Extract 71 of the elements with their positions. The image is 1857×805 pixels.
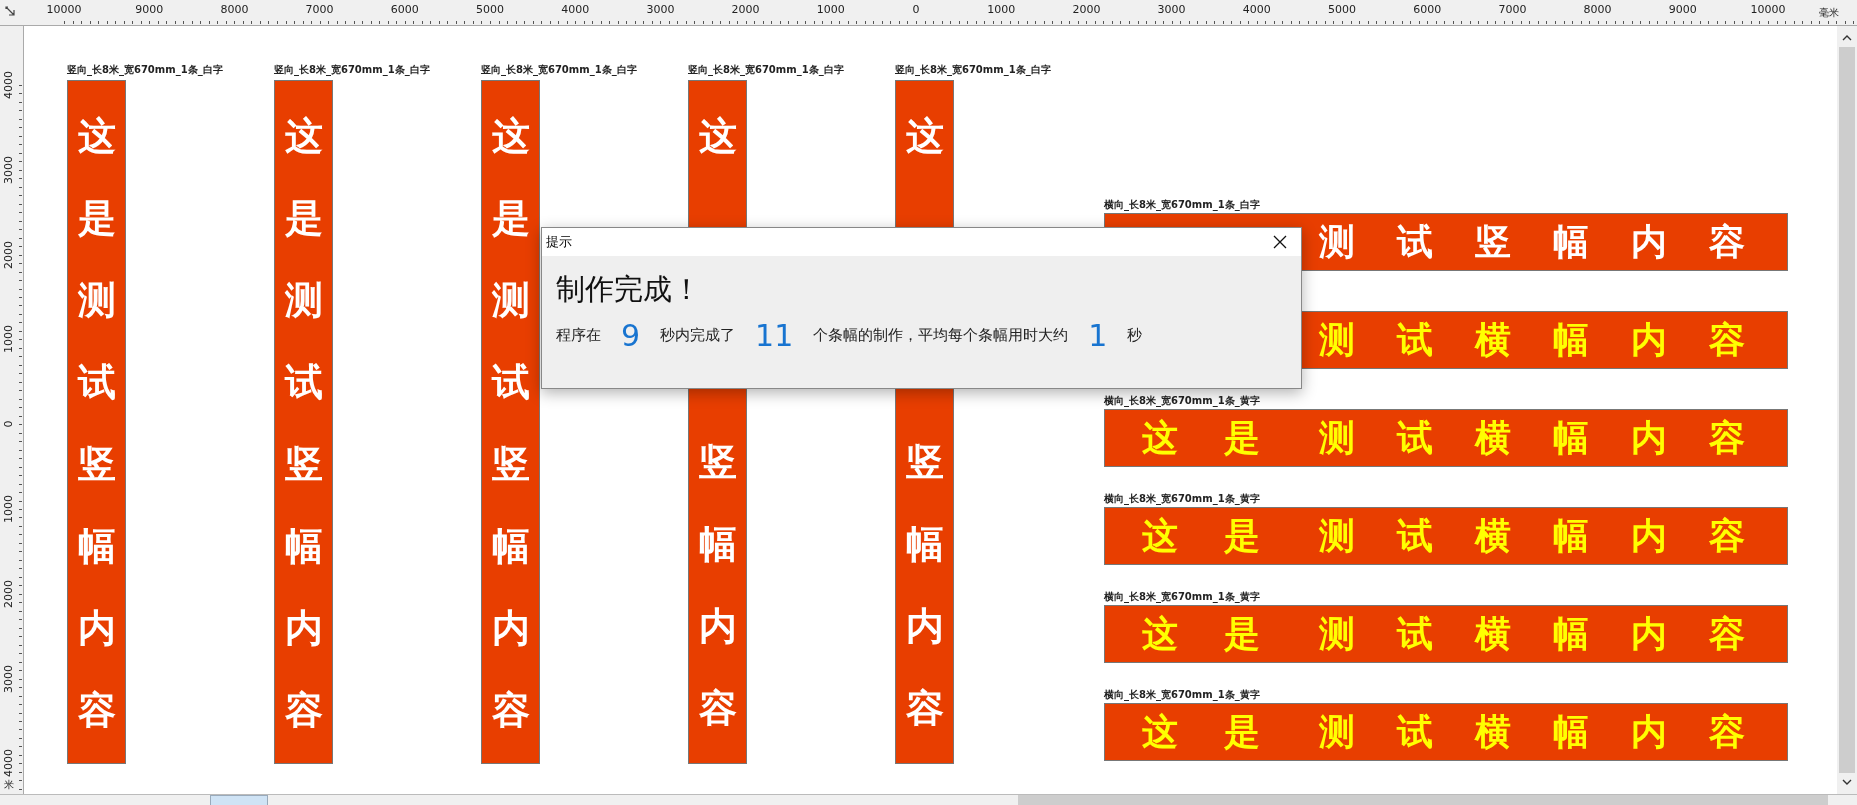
number-value: 1 <box>1087 320 1109 351</box>
banner-text: 这 <box>698 113 737 160</box>
banner-label: 横向_长8米_宽670mm_1条_黄字 <box>1104 394 1261 407</box>
ruler-label: 2000 <box>3 240 14 269</box>
banner-text: 这是 <box>1142 420 1306 456</box>
banner-text: 竖幅内容 <box>698 439 737 732</box>
ruler-label: 0 <box>3 420 14 428</box>
number-value: 9 <box>620 320 642 351</box>
banner-text: 这是测试 <box>77 113 116 406</box>
ruler-label: 1000 <box>3 495 14 523</box>
banner-text: 竖幅内容 <box>77 441 116 734</box>
ruler-unit: 米 <box>4 778 14 792</box>
banner-text: 测试横幅内容 <box>1319 322 1787 358</box>
banner-text: 测试横幅内容 <box>1319 518 1787 554</box>
banner-label: 竖向_长8米_宽670mm_1条_白字 <box>481 63 637 76</box>
ruler-label: 1000 <box>816 4 845 15</box>
banner-text: 测试竖幅内容 <box>1319 224 1787 260</box>
ruler-label: 2000 <box>1072 4 1101 15</box>
ruler-label: 3000 <box>3 664 14 693</box>
ruler-label: 9000 <box>1668 4 1697 15</box>
ruler-label: 5000 <box>1328 4 1356 15</box>
ruler-label: 7000 <box>305 4 334 15</box>
ruler-label: 4000 <box>561 4 590 15</box>
banner-text: 这是 <box>1142 714 1306 750</box>
banner-label: 横向_长8米_宽670mm_1条_黄字 <box>1104 590 1261 603</box>
ruler-label: 10000 <box>1750 4 1786 15</box>
ruler-label: 4000 <box>3 71 14 99</box>
message-text: 秒内完成了 <box>660 326 736 346</box>
ruler-label: 4000 <box>1242 4 1271 15</box>
banner-label: 横向_长8米_宽670mm_1条_白字 <box>1104 198 1261 211</box>
banner-label: 竖向_长8米_宽670mm_1条_白字 <box>274 63 430 76</box>
banner-label: 竖向_长8米_宽670mm_1条_白字 <box>688 63 844 76</box>
banner-text: 这是 <box>1142 616 1306 652</box>
dialog-title: 提示 <box>546 233 572 251</box>
banner-text: 竖幅内容 <box>491 441 530 734</box>
ruler-label: 6000 <box>390 4 419 15</box>
ruler-label: 4000 <box>3 749 14 778</box>
banner-text: 这是测试 <box>491 113 530 406</box>
banner-label: 横向_长8米_宽670mm_1条_黄字 <box>1104 492 1261 505</box>
banner-text: 这是测试 <box>284 113 323 406</box>
ruler-label: 3000 <box>646 4 675 15</box>
ruler-label: 1000 <box>987 4 1016 15</box>
banner-text: 测试横幅内容 <box>1319 420 1787 456</box>
ruler-label: 2000 <box>731 4 760 15</box>
banner-text: 这是 <box>1142 518 1306 554</box>
ruler-unit: 毫米 <box>1819 6 1839 20</box>
banner-text: 竖幅内容 <box>284 441 323 734</box>
ruler-label: 7000 <box>1498 4 1527 15</box>
dialog-heading: 制作完成！ <box>556 272 702 307</box>
ruler-label: 2000 <box>3 579 14 608</box>
message-text: 个条幅的制作，平均每个条幅用时大约 <box>813 326 1069 346</box>
banner-text: 竖幅内容 <box>905 439 944 732</box>
ruler-label: 0 <box>912 4 920 15</box>
ruler-label: 10000 <box>46 4 82 15</box>
ruler-label: 1000 <box>3 325 14 354</box>
ruler-label: 3000 <box>3 155 14 184</box>
banner-text: 这 <box>905 113 944 160</box>
ruler-label: 3000 <box>1157 4 1186 15</box>
ruler-label: 9000 <box>135 4 164 15</box>
message-text: 秒 <box>1127 326 1143 346</box>
message-text: 程序在 <box>556 326 601 346</box>
banner-label: 竖向_长8米_宽670mm_1条_白字 <box>895 63 1051 76</box>
ruler-label: 8000 <box>220 4 249 15</box>
banner-label: 横向_长8米_宽670mm_1条_黄字 <box>1104 688 1261 701</box>
ruler-label: 8000 <box>1583 4 1612 15</box>
ruler-label: 5000 <box>476 4 504 15</box>
banner-text: 测试横幅内容 <box>1319 616 1787 652</box>
banner-text: 测试横幅内容 <box>1319 714 1787 750</box>
banner-label: 竖向_长8米_宽670mm_1条_白字 <box>67 63 223 76</box>
number-value: 11 <box>754 320 795 351</box>
ruler-label: 6000 <box>1413 4 1442 15</box>
